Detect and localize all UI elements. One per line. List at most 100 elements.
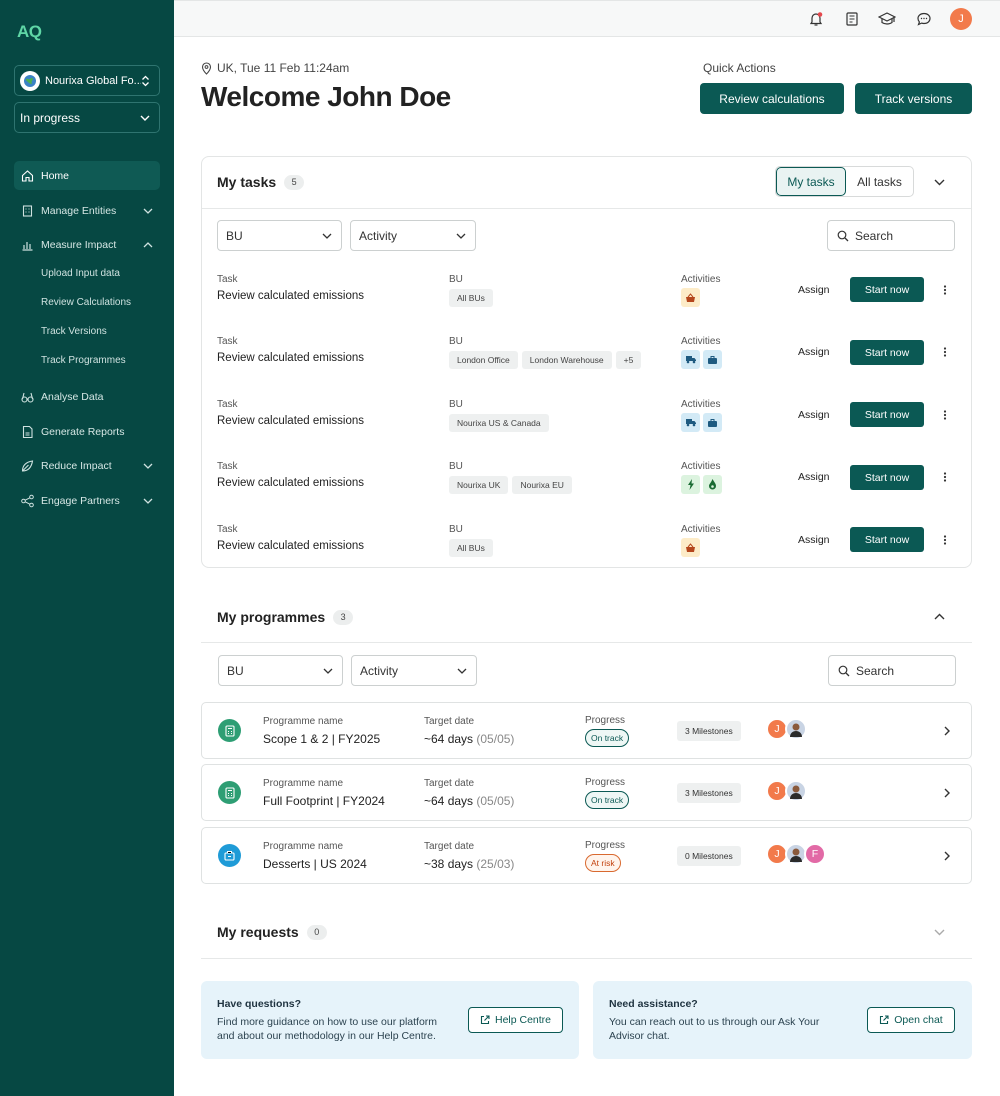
activity-icons [681, 475, 722, 494]
bar-chart-icon [22, 241, 33, 251]
chevron-down-icon[interactable] [934, 179, 945, 186]
organization-name: Nourixa Global Fo... [45, 74, 141, 87]
task-name: Review calculated emissions [217, 290, 365, 302]
subnav-track-versions[interactable]: Track Versions [41, 326, 107, 337]
book-icon[interactable] [844, 11, 860, 27]
start-now-button[interactable]: Start now [850, 340, 924, 365]
help-text: Find more guidance on how to use our pla… [217, 1015, 437, 1043]
programme-row[interactable]: Programme name Full Footprint | FY2024 T… [201, 764, 972, 821]
share-icon [21, 494, 34, 507]
nav-manage-entities[interactable]: Manage Entities [14, 196, 160, 225]
bu-filter-dropdown[interactable]: BU [218, 655, 343, 686]
more-options-icon[interactable] [943, 472, 947, 482]
bu-filter-dropdown[interactable]: BU [217, 220, 342, 251]
organization-selector[interactable]: Nourixa Global Fo... [14, 65, 160, 96]
report-icon [22, 425, 33, 438]
more-options-icon[interactable] [943, 535, 947, 545]
start-now-button[interactable]: Start now [850, 402, 924, 427]
assistance-panel: Need assistance? You can reach out to us… [593, 981, 972, 1059]
start-now-button[interactable]: Start now [850, 465, 924, 490]
bu-chip: London Warehouse [521, 351, 612, 369]
sidebar: AQ Nourixa Global Fo... In progress Home… [0, 0, 174, 1096]
review-calculations-button[interactable]: Review calculations [700, 83, 844, 114]
start-now-button[interactable]: Start now [850, 277, 924, 302]
my-programmes-title: My programmes 3 [217, 609, 354, 625]
external-link-icon [880, 1015, 889, 1025]
target-date: ~38 days (25/03) [424, 857, 514, 871]
search-placeholder: Search [856, 663, 895, 678]
bu-label: BU [449, 336, 463, 347]
tab-all-tasks[interactable]: All tasks [846, 167, 913, 196]
globe-icon [20, 70, 40, 91]
target-date-value: (05/05) [476, 732, 515, 746]
graduation-cap-icon[interactable] [878, 11, 896, 27]
app-logo: AQ [17, 22, 42, 41]
nav-home[interactable]: Home [14, 161, 160, 190]
bu-more-chip[interactable]: +5 [615, 351, 642, 369]
user-avatar[interactable]: J [950, 8, 972, 30]
truck-icon [681, 413, 700, 432]
nav-reduce-impact[interactable]: Reduce Impact [14, 451, 160, 480]
target-date-value: (25/03) [476, 857, 515, 871]
programme-name: Scope 1 & 2 | FY2025 [263, 732, 381, 746]
chevron-right-icon[interactable] [944, 788, 950, 798]
activities-label: Activities [681, 274, 721, 285]
programmes-search-input[interactable]: Search [828, 655, 956, 686]
target-days: ~38 days [424, 857, 474, 871]
assign-button[interactable]: Assign [798, 346, 830, 358]
more-options-icon[interactable] [943, 285, 947, 295]
target-date: ~64 days (05/05) [424, 732, 514, 746]
task-name: Review calculated emissions [217, 352, 365, 364]
chevron-right-icon[interactable] [944, 851, 950, 861]
nav-analyse-data[interactable]: Analyse Data [14, 382, 160, 411]
count-badge: 3 [333, 609, 354, 625]
my-tasks-title: My tasks 5 [217, 174, 305, 190]
programme-name-label: Programme name [263, 778, 344, 789]
avatar-group: J [766, 780, 807, 802]
more-options-icon[interactable] [943, 347, 947, 357]
lightning-icon [681, 475, 700, 494]
bu-label: BU [449, 461, 463, 472]
nav-label: Engage Partners [41, 494, 120, 507]
help-centre-button[interactable]: Help Centre [468, 1007, 563, 1033]
dropdown-label: Activity [359, 228, 398, 243]
section-title-text: My programmes [217, 609, 326, 625]
assign-button[interactable]: Assign [798, 284, 830, 296]
activity-icons [681, 350, 722, 369]
activity-filter-dropdown[interactable]: Activity [351, 655, 477, 686]
binoculars-icon [21, 392, 34, 403]
chevron-down-icon[interactable] [934, 929, 945, 936]
start-now-button[interactable]: Start now [850, 527, 924, 552]
activities-label: Activities [681, 524, 721, 535]
tasks-search-input[interactable]: Search [827, 220, 955, 251]
avatar: F [804, 843, 826, 865]
track-versions-button[interactable]: Track versions [855, 83, 972, 114]
chat-bubble-icon[interactable] [916, 11, 932, 27]
tab-my-tasks[interactable]: My tasks [776, 167, 846, 196]
nav-generate-reports[interactable]: Generate Reports [14, 417, 160, 446]
status-selector[interactable]: In progress [14, 102, 160, 133]
assign-button[interactable]: Assign [798, 534, 830, 546]
assign-button[interactable]: Assign [798, 409, 830, 421]
nav-measure-impact[interactable]: Measure Impact [14, 230, 160, 259]
progress-label: Progress [585, 715, 626, 726]
briefcase-icon [703, 350, 722, 369]
chevron-right-icon[interactable] [944, 726, 950, 736]
target-date: ~64 days (05/05) [424, 794, 514, 808]
chevron-down-icon [323, 668, 333, 674]
nav-engage-partners[interactable]: Engage Partners [14, 486, 160, 515]
subnav-track-programmes[interactable]: Track Programmes [41, 355, 126, 366]
subnav-upload-input-data[interactable]: Upload Input data [41, 268, 120, 279]
open-chat-button[interactable]: Open chat [867, 1007, 955, 1033]
notification-bell-icon[interactable] [808, 11, 824, 27]
button-label: Help Centre [494, 1014, 552, 1026]
programme-row[interactable]: Programme name Scope 1 & 2 | FY2025 Targ… [201, 702, 972, 759]
cake-box-icon [218, 844, 241, 867]
chevron-up-icon[interactable] [934, 613, 945, 620]
target-date-label: Target date [424, 841, 475, 852]
more-options-icon[interactable] [943, 410, 947, 420]
activity-filter-dropdown[interactable]: Activity [350, 220, 476, 251]
programme-row[interactable]: Programme name Desserts | US 2024 Target… [201, 827, 972, 884]
assign-button[interactable]: Assign [798, 471, 830, 483]
subnav-review-calculations[interactable]: Review Calculations [41, 297, 131, 308]
